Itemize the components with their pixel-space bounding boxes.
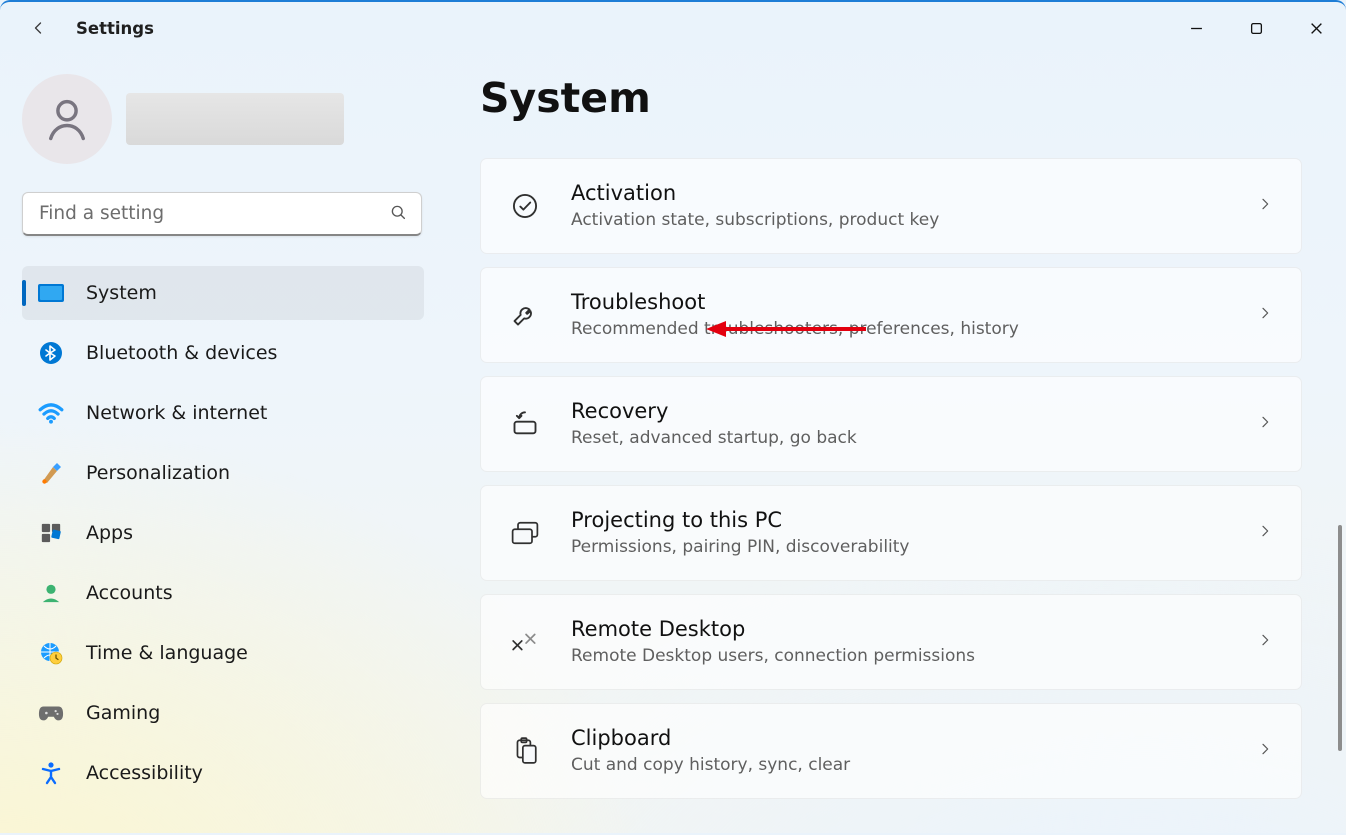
sidebar-item-accessibility[interactable]: Accessibility [22,746,424,800]
sidebar-item-system[interactable]: System [22,266,424,320]
sidebar-item-label: Accessibility [86,762,203,784]
card-desc: Cut and copy history, sync, clear [571,755,1257,776]
projecting-icon [509,517,541,549]
check-circle-icon [509,190,541,222]
card-desc: Permissions, pairing PIN, discoverabilit… [571,537,1257,558]
clipboard-icon [509,735,541,767]
titlebar: Settings [0,2,1346,54]
search-icon [389,203,407,225]
sidebar-item-label: Bluetooth & devices [86,342,277,364]
card-troubleshoot[interactable]: Troubleshoot Recommended troubleshooters… [480,267,1302,363]
avatar [22,74,112,164]
sidebar-item-label: System [86,282,157,304]
card-title: Remote Desktop [571,617,1257,642]
chevron-right-icon [1257,196,1273,216]
chevron-right-icon [1257,632,1273,652]
sidebar-item-label: Network & internet [86,402,267,424]
card-remote-desktop[interactable]: Remote Desktop Remote Desktop users, con… [480,594,1302,690]
account-name-placeholder [126,93,344,145]
card-title: Projecting to this PC [571,508,1257,533]
scrollbar-thumb[interactable] [1338,525,1342,751]
remote-desktop-icon [509,626,541,658]
chevron-right-icon [1257,523,1273,543]
nav-list: System Bluetooth & devices Network & int… [22,266,424,806]
recovery-icon [509,408,541,440]
maximize-button[interactable] [1226,5,1286,51]
app-title: Settings [76,19,154,38]
card-title: Recovery [571,399,1257,424]
sidebar-item-accounts[interactable]: Accounts [22,566,424,620]
apps-icon [38,520,64,546]
sidebar-item-apps[interactable]: Apps [22,506,424,560]
card-clipboard[interactable]: Clipboard Cut and copy history, sync, cl… [480,703,1302,799]
sidebar-item-label: Apps [86,522,133,544]
sidebar-item-personalization[interactable]: Personalization [22,446,424,500]
wifi-icon [38,400,64,426]
card-projecting[interactable]: Projecting to this PC Permissions, pairi… [480,485,1302,581]
search-input[interactable] [23,203,421,224]
sidebar-item-label: Personalization [86,462,230,484]
account-profile[interactable] [22,74,424,164]
card-title: Clipboard [571,726,1257,751]
card-title: Troubleshoot [571,290,1257,315]
globe-clock-icon [38,640,64,666]
sidebar-item-gaming[interactable]: Gaming [22,686,424,740]
window-controls [1166,5,1346,51]
sidebar: System Bluetooth & devices Network & int… [0,54,440,835]
chevron-right-icon [1257,741,1273,761]
sidebar-item-bluetooth[interactable]: Bluetooth & devices [22,326,424,380]
sidebar-item-time[interactable]: Time & language [22,626,424,680]
wrench-icon [509,299,541,331]
back-button[interactable] [22,12,54,44]
minimize-button[interactable] [1166,5,1226,51]
person-icon [38,580,64,606]
gamepad-icon [38,700,64,726]
card-desc: Remote Desktop users, connection permiss… [571,646,1257,667]
card-desc: Reset, advanced startup, go back [571,428,1257,449]
sidebar-item-label: Accounts [86,582,173,604]
accessibility-icon [38,760,64,786]
close-button[interactable] [1286,5,1346,51]
paintbrush-icon [38,460,64,486]
card-desc: Recommended troubleshooters, preferences… [571,319,1257,340]
sidebar-item-label: Time & language [86,642,248,664]
sidebar-item-label: Gaming [86,702,160,724]
display-icon [38,280,64,306]
sidebar-item-network[interactable]: Network & internet [22,386,424,440]
card-title: Activation [571,181,1257,206]
search-box[interactable] [22,192,422,236]
page-title: System [480,74,1316,122]
main-content: System Activation Activation state, subs… [440,54,1346,835]
chevron-right-icon [1257,414,1273,434]
bluetooth-icon [38,340,64,366]
card-desc: Activation state, subscriptions, product… [571,210,1257,231]
settings-card-list: Activation Activation state, subscriptio… [480,158,1316,799]
card-recovery[interactable]: Recovery Reset, advanced startup, go bac… [480,376,1302,472]
chevron-right-icon [1257,305,1273,325]
card-activation[interactable]: Activation Activation state, subscriptio… [480,158,1302,254]
